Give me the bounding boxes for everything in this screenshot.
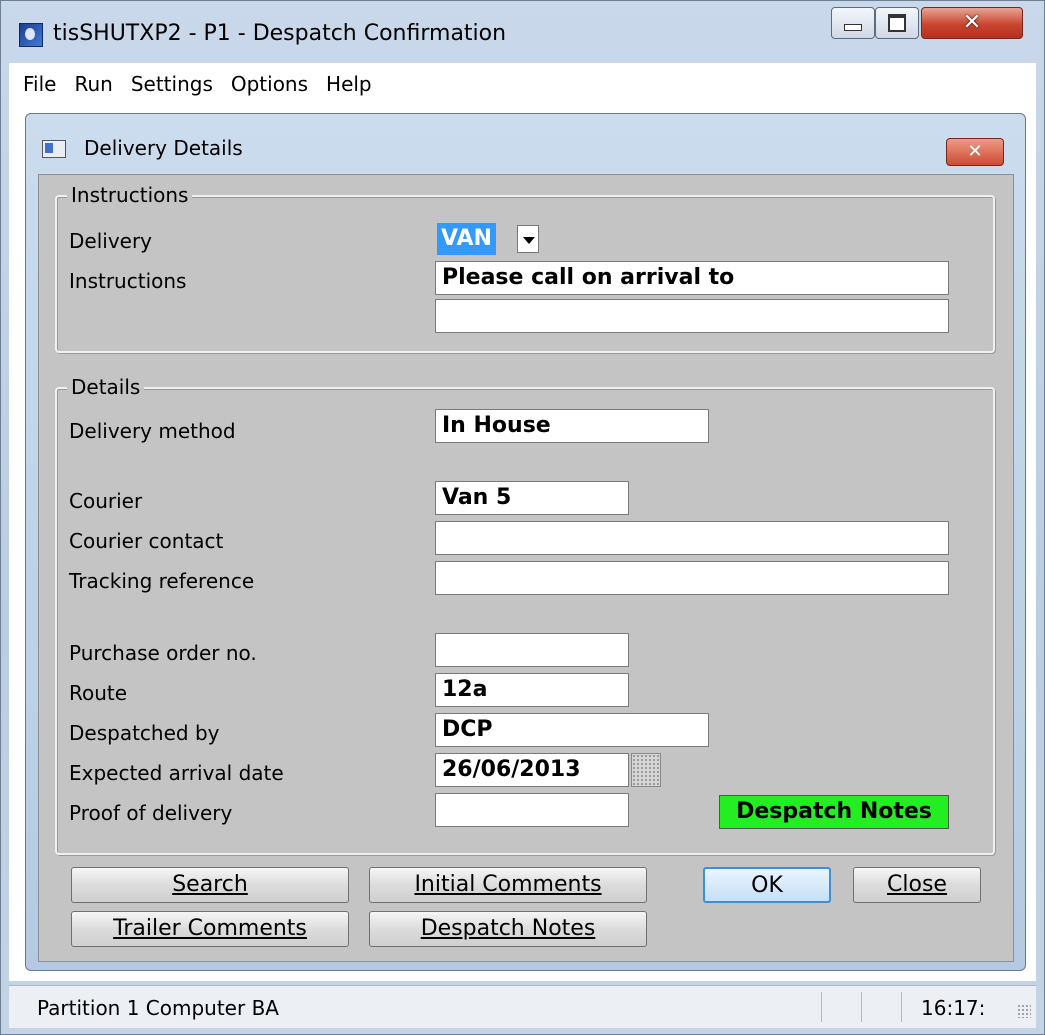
- minimize-icon: [844, 23, 862, 31]
- instructions-label: Instructions: [69, 269, 187, 293]
- close-icon: ✕: [962, 10, 982, 35]
- initial-comments-button[interactable]: Initial Comments: [369, 867, 647, 903]
- route-input[interactable]: 12a: [435, 673, 629, 707]
- route-label: Route: [69, 681, 128, 705]
- despatch-notes-button-label: Despatch Notes: [420, 916, 596, 941]
- dialog-close-button[interactable]: ✕: [946, 138, 1004, 166]
- search-button-label: Search: [172, 872, 248, 897]
- dialog-title: Delivery Details: [84, 136, 243, 160]
- delivery-select[interactable]: VAN: [437, 223, 496, 255]
- maximize-button[interactable]: [875, 7, 919, 39]
- calendar-button[interactable]: [631, 753, 661, 787]
- resize-grip-icon[interactable]: [1017, 1004, 1031, 1018]
- despatched-by-input[interactable]: DCP: [435, 713, 709, 747]
- menu-help[interactable]: Help: [326, 72, 372, 96]
- dialog-icon: [42, 140, 66, 158]
- dialog-client-area: Instructions Delivery VAN Instructions P…: [38, 174, 1014, 962]
- proof-of-delivery-label: Proof of delivery: [69, 801, 233, 825]
- menu-file[interactable]: File: [23, 72, 56, 96]
- menu-bar: File Run Settings Options Help: [9, 63, 1036, 106]
- delivery-details-dialog: Delivery Details ✕ Instructions Delivery…: [25, 113, 1026, 971]
- status-bar: Partition 1 Computer BA 16:17:: [9, 985, 1036, 1028]
- maximize-icon: [888, 14, 906, 32]
- expected-arrival-label: Expected arrival date: [69, 761, 284, 785]
- courier-label: Courier: [69, 489, 143, 513]
- status-separator: [861, 992, 862, 1022]
- close-button[interactable]: Close: [853, 867, 981, 903]
- instructions-group-label: Instructions: [67, 183, 193, 207]
- trailer-comments-button[interactable]: Trailer Comments: [71, 911, 349, 947]
- initial-comments-button-label: Initial Comments: [414, 872, 602, 897]
- minimize-button[interactable]: [831, 7, 875, 39]
- menu-settings[interactable]: Settings: [131, 72, 213, 96]
- delivery-method-label: Delivery method: [69, 419, 236, 443]
- courier-field[interactable]: Van 5: [435, 481, 629, 515]
- details-group-label: Details: [67, 375, 145, 399]
- status-separator: [821, 992, 822, 1022]
- delivery-label: Delivery: [69, 229, 153, 253]
- instructions-line1-input[interactable]: Please call on arrival to: [435, 261, 949, 295]
- status-separator: [901, 992, 902, 1022]
- menu-options[interactable]: Options: [231, 72, 308, 96]
- ok-button-label: OK: [751, 873, 783, 898]
- close-icon: ✕: [967, 141, 983, 162]
- courier-contact-label: Courier contact: [69, 529, 224, 553]
- courier-contact-input[interactable]: [435, 521, 949, 555]
- app-icon: [19, 23, 43, 47]
- delivery-dropdown-arrow[interactable]: [517, 225, 539, 253]
- purchase-order-label: Purchase order no.: [69, 641, 257, 665]
- instructions-line2-input[interactable]: [435, 299, 949, 333]
- search-button[interactable]: Search: [71, 867, 349, 903]
- status-text: Partition 1 Computer BA: [37, 996, 279, 1020]
- despatched-by-label: Despatched by: [69, 721, 220, 745]
- delivery-method-field[interactable]: In House: [435, 409, 709, 443]
- window-title: tisSHUTXP2 - P1 - Despatch Confirmation: [53, 21, 507, 46]
- close-window-button[interactable]: ✕: [921, 7, 1023, 39]
- menu-run[interactable]: Run: [74, 72, 112, 96]
- status-time: 16:17:: [921, 996, 986, 1020]
- despatch-notes-indicator[interactable]: Despatch Notes: [719, 795, 949, 829]
- despatch-notes-button[interactable]: Despatch Notes: [369, 911, 647, 947]
- ok-button[interactable]: OK: [703, 867, 831, 903]
- main-window: tisSHUTXP2 - P1 - Despatch Confirmation …: [0, 0, 1045, 1035]
- expected-arrival-input[interactable]: 26/06/2013: [435, 753, 629, 787]
- close-button-label: Close: [887, 872, 947, 897]
- title-bar[interactable]: tisSHUTXP2 - P1 - Despatch Confirmation …: [1, 1, 1045, 63]
- tracking-reference-label: Tracking reference: [69, 569, 255, 593]
- tracking-reference-input[interactable]: [435, 561, 949, 595]
- trailer-comments-button-label: Trailer Comments: [113, 916, 307, 941]
- purchase-order-input[interactable]: [435, 633, 629, 667]
- proof-of-delivery-input[interactable]: [435, 793, 629, 827]
